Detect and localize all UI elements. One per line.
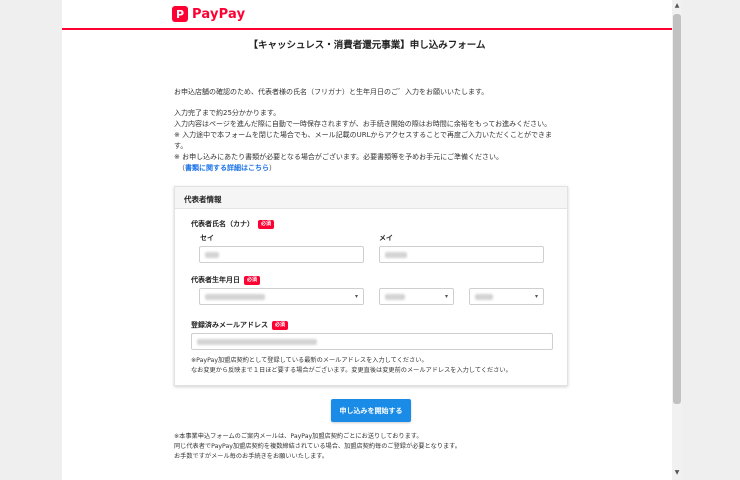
logo-text: PayPay xyxy=(192,6,246,22)
mei-input[interactable] xyxy=(379,246,544,263)
sei-label: セイ xyxy=(200,234,214,242)
birthdate-label: 代表者生年月日 必須 xyxy=(191,275,261,285)
section-title: 代表者情報 xyxy=(175,187,567,209)
header: P PayPay xyxy=(62,0,672,28)
required-badge: 必須 xyxy=(272,320,289,330)
scroll-up-icon[interactable]: ▲ xyxy=(672,2,682,9)
scroll-thumb[interactable] xyxy=(673,14,681,404)
required-badge: 必須 xyxy=(244,275,261,285)
intro-notes: 入力完了まで約25分かかります。 入力内容はページを進んだ際に自動で一時保存され… xyxy=(174,108,564,174)
birth-day-select[interactable]: ▾ xyxy=(469,288,544,305)
footer-line: ※本事業申込フォームのご案内メールは、PayPay加盟店契約ごとにお送りしており… xyxy=(174,433,423,440)
footer-line: 同じ代表者でPayPay加盟店契約を複数締結されている場合、加盟店契約毎のご登録… xyxy=(174,443,461,450)
document-details-link[interactable]: 書類に関する詳細はこちら xyxy=(185,164,269,172)
scroll-down-icon[interactable]: ▼ xyxy=(672,469,682,476)
note-line: ※ お申し込みにあたり書類が必要となる場合がございます。必要書類等を予めお手元に… xyxy=(174,153,504,161)
start-application-button[interactable]: 申し込みを開始する xyxy=(331,399,411,422)
name-kana-label: 代表者氏名（カナ） 必須 xyxy=(191,219,275,229)
birth-year-select[interactable]: ▾ xyxy=(199,288,364,305)
required-badge: 必須 xyxy=(258,219,275,229)
chevron-down-icon: ▾ xyxy=(534,293,538,300)
vertical-scrollbar[interactable]: ▲ ▼ xyxy=(672,0,682,480)
page-title: 【キャッシュレス・消費者還元事業】申し込みフォーム xyxy=(248,40,486,51)
chevron-down-icon: ▾ xyxy=(444,293,448,300)
mei-label: メイ xyxy=(379,234,393,242)
footer-line: お手数ですがメール毎のお手続きをお願いいたします。 xyxy=(174,453,329,460)
paypay-logo-icon: P xyxy=(172,6,188,22)
note-line: ※ 入力途中で本フォームを閉じた場合でも、メール記載のURLからアクセスすること… xyxy=(174,131,552,150)
email-label: 登録済みメールアドレス 必須 xyxy=(191,320,289,330)
sei-input[interactable] xyxy=(199,246,364,263)
chevron-down-icon: ▾ xyxy=(354,293,358,300)
footer-notes: ※本事業申込フォームのご案内メールは、PayPay加盟店契約ごとにお送りしており… xyxy=(174,432,574,462)
note-line: 入力内容はページを進んだ際に自動で一時保存されますが、お手続き開始の際はお時間に… xyxy=(174,120,552,128)
header-divider xyxy=(62,28,672,30)
document-link-line: （書類に関する詳細はこちら） xyxy=(178,164,276,172)
page-container: P PayPay 【キャッシュレス・消費者還元事業】申し込みフォーム お申込店舗… xyxy=(62,0,672,480)
email-input[interactable] xyxy=(191,333,553,350)
email-hint: ※PayPay加盟店契約として登録している最新のメールアドレスを入力してください… xyxy=(191,357,512,374)
birth-month-select[interactable]: ▾ xyxy=(379,288,454,305)
note-line: 入力完了まで約25分かかります。 xyxy=(174,109,281,117)
representative-info-card: 代表者情報 代表者氏名（カナ） 必須 セイ メイ 代表者生年月日 必須 ▾ ▾ … xyxy=(174,186,568,386)
intro-text: お申込店舗の確認のため、代表者様の氏名（フリガナ）と生年月日のご゛入力をお願いい… xyxy=(174,88,489,96)
